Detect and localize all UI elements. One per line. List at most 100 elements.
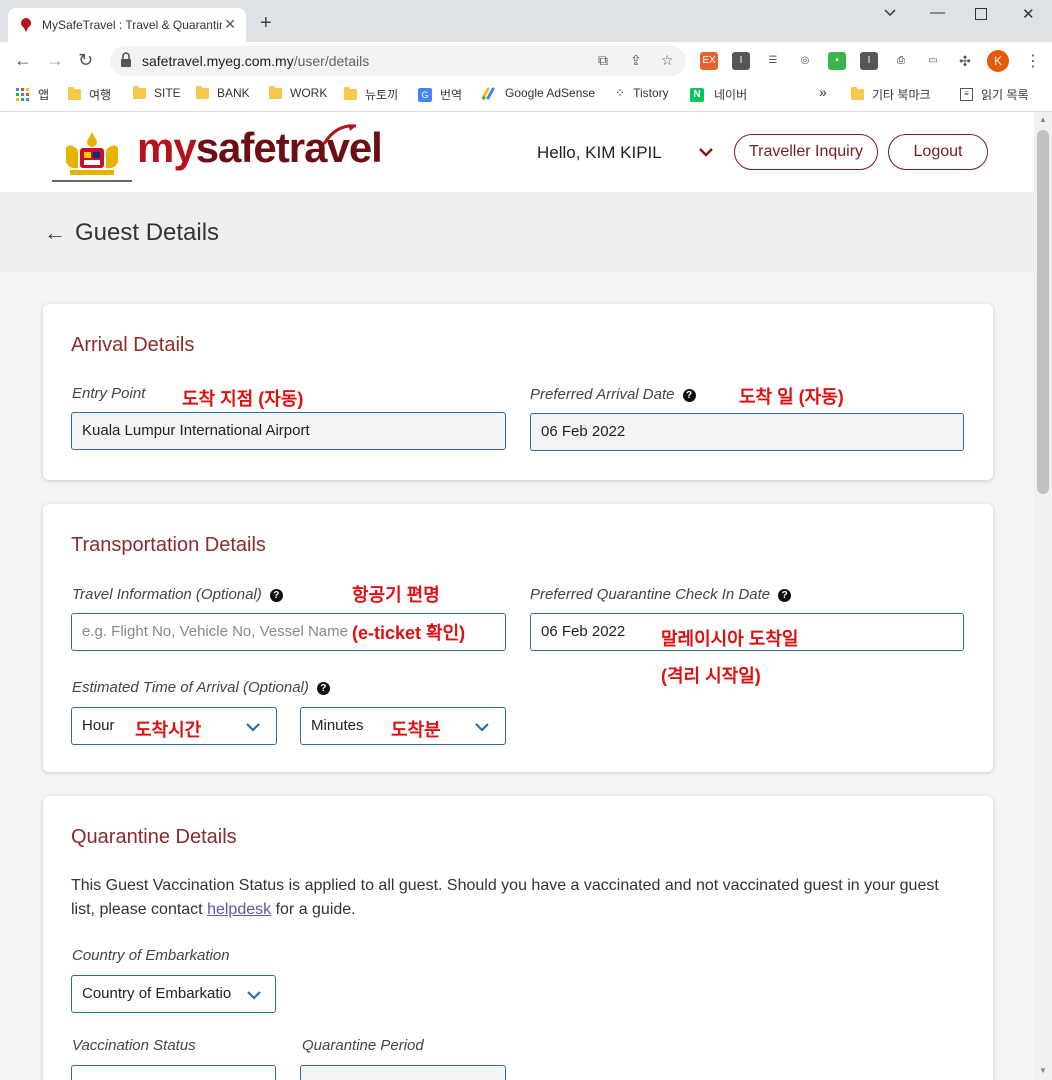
tistory-icon: ⁘ (615, 86, 626, 100)
country-of-embarkation-label: Country of Embarkation (72, 947, 230, 964)
forward-icon[interactable]: → (46, 50, 64, 71)
helpdesk-link[interactable]: helpdesk (207, 901, 271, 918)
vaccination-status-label: Vaccination Status (72, 1037, 196, 1054)
annotation-quarantine-start: (격리 시작일) (661, 666, 761, 686)
back-icon[interactable]: ← (14, 50, 32, 71)
travel-information-label: Travel Information (Optional)? (72, 586, 283, 603)
annotation-entry-point: 도착 지점 (자동) (182, 389, 304, 409)
extension-list-icon[interactable]: ☰ (764, 52, 782, 70)
quarantine-period-field[interactable] (300, 1065, 506, 1080)
back-arrow-icon[interactable]: ← (44, 220, 66, 246)
arrival-details-card: Arrival Details Entry Point 도착 지점 (자동) K… (43, 304, 993, 480)
new-tab-icon[interactable]: + (260, 12, 272, 35)
bookmark-adsense[interactable]: Google AdSense (481, 86, 595, 100)
extension-i-icon[interactable]: I (732, 52, 750, 70)
bookmark-apps[interactable]: 앱 (16, 86, 49, 103)
user-menu-chevron-icon[interactable] (698, 146, 714, 158)
profile-avatar[interactable]: K (987, 50, 1009, 72)
google-translate-icon: G (418, 87, 432, 102)
extension-print-icon[interactable]: ⎙ (892, 52, 910, 70)
chevron-down-icon (246, 723, 260, 732)
browser-tab-active[interactable]: MySafeTravel : Travel & Quarantine ✕ (8, 8, 246, 42)
tab-close-icon[interactable]: ✕ (224, 16, 236, 33)
chevron-down-icon (247, 991, 261, 1000)
bookmark-folder-newtoki[interactable]: 뉴토끼 (344, 86, 398, 103)
page-scrollbar[interactable]: ▲ ▼ (1034, 112, 1052, 1080)
bookmark-reading-list[interactable]: ≡ 읽기 목록 (960, 86, 1029, 103)
bookmarks-bar: 앱 여행 SITE BANK WORK 뉴토끼 G 번역 Google AdSen… (0, 80, 1052, 112)
site-header: mysafetravel Hello, KIM KIPIL Traveller … (0, 112, 1034, 192)
apps-grid-icon (16, 87, 29, 101)
logout-button[interactable]: Logout (888, 134, 988, 170)
reload-icon[interactable]: ↻ (78, 50, 93, 71)
bookmark-folder-site[interactable]: SITE (133, 85, 181, 100)
bookmark-folder-bank[interactable]: BANK (196, 85, 250, 100)
entry-point-field[interactable]: Kuala Lumpur International Airport (71, 412, 506, 450)
extension-film-icon[interactable]: ◎ (796, 52, 814, 70)
bookmark-folder-work[interactable]: WORK (269, 85, 327, 100)
share-icon[interactable]: ⇪ (630, 52, 642, 69)
bookmark-tistory[interactable]: ⁘ Tistory (615, 86, 669, 100)
folder-icon (133, 85, 146, 99)
page-viewport: mysafetravel Hello, KIM KIPIL Traveller … (0, 112, 1034, 1080)
window-close-icon[interactable]: ✕ (1022, 5, 1035, 23)
tab-search-chevron-icon[interactable] (884, 9, 896, 17)
extensions-puzzle-icon[interactable]: ✣ (956, 52, 974, 70)
scrollbar-thumb[interactable] (1037, 130, 1049, 494)
browser-tab-bar: MySafeTravel : Travel & Quarantine ✕ + —… (0, 0, 1052, 42)
bookmark-other[interactable]: 기타 북마크 (851, 86, 931, 103)
annotation-malaysia-arrival: 말레이시아 도착일 (661, 629, 799, 649)
annotation-arrival-date: 도착 일 (자동) (739, 387, 844, 407)
maximize-icon[interactable] (975, 8, 987, 20)
bookmark-folder-travel[interactable]: 여행 (68, 86, 111, 103)
user-greeting: Hello, KIM KIPIL (537, 143, 662, 162)
bookmarks-overflow[interactable]: » (819, 84, 827, 100)
logo-plane-swoosh-icon (322, 124, 357, 145)
malaysia-emblem-icon (52, 132, 132, 182)
quarantine-details-card: Quarantine Details This Guest Vaccinatio… (43, 796, 993, 1080)
bookmark-naver[interactable]: N 네이버 (690, 86, 747, 103)
folder-icon (68, 87, 81, 100)
help-icon[interactable]: ? (269, 589, 283, 602)
vaccination-status-select[interactable] (71, 1065, 276, 1080)
arrival-date-label: Preferred Arrival Date? (530, 386, 696, 403)
transportation-details-title: Transportation Details (71, 534, 266, 556)
folder-icon (851, 87, 864, 100)
transportation-details-card: Transportation Details Travel Informatio… (43, 504, 993, 772)
help-icon[interactable]: ? (316, 682, 330, 695)
scroll-down-icon[interactable]: ▼ (1039, 1066, 1047, 1075)
arrival-details-title: Arrival Details (71, 334, 195, 356)
entry-point-label: Entry Point (72, 385, 146, 402)
bookmark-translate[interactable]: G 번역 (418, 86, 462, 103)
extension-i2-icon[interactable]: I (860, 52, 878, 70)
chevron-down-icon (475, 723, 489, 732)
folder-icon (196, 85, 209, 99)
page-subheader: ← Guest Details (0, 192, 1034, 272)
help-icon[interactable]: ? (778, 589, 792, 602)
address-bar[interactable]: safetravel.myeg.com.my/user/details ⧉ ⇪ … (110, 46, 686, 76)
minimize-icon[interactable]: — (930, 4, 945, 21)
lock-icon (121, 52, 131, 67)
annotation-eticket: (e-ticket 확인) (352, 623, 466, 643)
vaccination-info-text: This Guest Vaccination Status is applied… (71, 877, 939, 918)
extension-cast-icon[interactable]: ▭ (924, 52, 942, 70)
traveller-inquiry-button[interactable]: Traveller Inquiry (734, 134, 878, 170)
country-of-embarkation-select[interactable]: Country of Embarkatio (71, 975, 276, 1013)
page-title: Guest Details (75, 219, 220, 246)
adsense-icon (481, 87, 495, 100)
naver-icon: N (690, 87, 704, 102)
extension-green-icon[interactable]: ▪ (828, 52, 846, 70)
arrival-date-field[interactable]: 06 Feb 2022 (530, 413, 964, 451)
extension-ex-icon[interactable]: EX (700, 52, 718, 70)
tab-title: MySafeTravel : Travel & Quarantine (42, 18, 222, 32)
translate-icon[interactable]: ⧉ (598, 52, 608, 69)
annotation-flight-number: 항공기 편명 (352, 585, 440, 605)
folder-icon (344, 87, 357, 100)
scroll-up-icon[interactable]: ▲ (1039, 115, 1047, 124)
url-text: safetravel.myeg.com.my/user/details (142, 53, 370, 69)
bookmark-star-icon[interactable]: ☆ (661, 52, 674, 69)
browser-menu-icon[interactable]: ⋮ (1025, 51, 1041, 71)
quarantine-details-title: Quarantine Details (71, 826, 237, 848)
help-icon[interactable]: ? (682, 389, 696, 402)
browser-toolbar: ← → ↻ safetravel.myeg.com.my/user/detail… (0, 42, 1052, 80)
